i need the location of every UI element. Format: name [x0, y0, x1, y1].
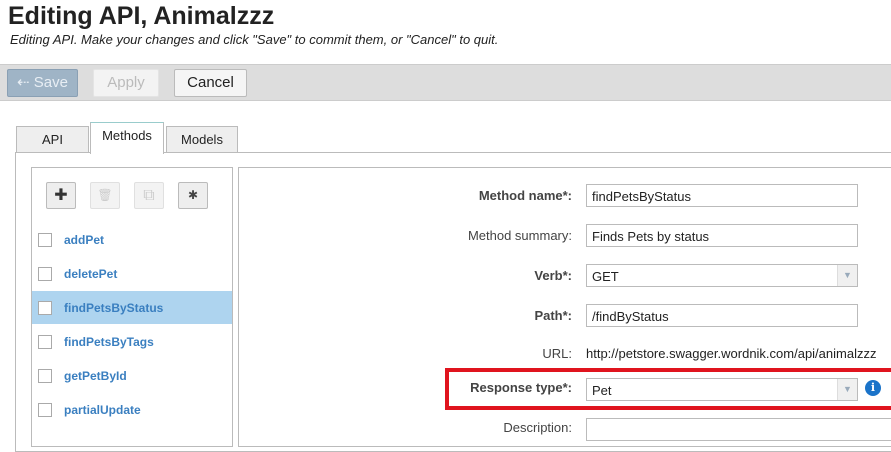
highlight-box: [445, 368, 891, 410]
toolbar: ⇠ Save Apply Cancel: [0, 64, 891, 101]
method-name-label: Method name*:: [478, 188, 572, 203]
checkbox[interactable]: [38, 335, 52, 349]
apply-button[interactable]: Apply: [93, 69, 159, 97]
page-title: Editing API, Animalzzz: [8, 2, 275, 30]
verb-label: Verb*:: [534, 268, 572, 283]
cancel-button[interactable]: Cancel: [174, 69, 247, 97]
description-label: Description:: [503, 420, 572, 435]
tab-api[interactable]: API: [16, 126, 89, 153]
add-icon[interactable]: ✚: [46, 182, 76, 209]
list-item[interactable]: getPetById: [32, 359, 232, 392]
list-item[interactable]: partialUpdate: [32, 393, 232, 426]
trash-icon[interactable]: 🗑: [90, 182, 120, 209]
checkbox[interactable]: [38, 267, 52, 281]
tab-models[interactable]: Models: [166, 126, 238, 153]
copy-icon[interactable]: ⧉: [134, 182, 164, 209]
list-item-selected[interactable]: findPetsByStatus: [32, 291, 232, 324]
path-label: Path*:: [534, 308, 572, 323]
method-name-input[interactable]: findPetsByStatus: [586, 184, 858, 207]
method-label: findPetsByStatus: [64, 301, 164, 315]
summary-label: Method summary:: [467, 228, 572, 243]
description-input[interactable]: [586, 418, 891, 441]
page-subtitle: Editing API. Make your changes and click…: [10, 32, 499, 47]
chevron-down-icon[interactable]: ▼: [837, 265, 857, 286]
method-label: getPetById: [64, 369, 127, 383]
save-button[interactable]: ⇠ Save: [7, 69, 78, 97]
checkbox[interactable]: [38, 233, 52, 247]
url-label: URL:: [542, 346, 572, 361]
method-label: partialUpdate: [64, 403, 141, 417]
magic-wand-icon[interactable]: ✱: [178, 182, 208, 209]
path-input[interactable]: /findByStatus: [586, 304, 858, 327]
checkbox[interactable]: [38, 301, 52, 315]
method-label: addPet: [64, 233, 105, 247]
list-item[interactable]: addPet: [32, 223, 232, 256]
summary-input[interactable]: Finds Pets by status: [586, 224, 858, 247]
tab-methods[interactable]: Methods: [90, 122, 164, 154]
checkbox[interactable]: [38, 403, 52, 417]
method-label: findPetsByTags: [64, 335, 154, 349]
verb-value: GET: [592, 269, 619, 284]
method-label: deletePet: [64, 267, 118, 281]
list-item[interactable]: deletePet: [32, 257, 232, 290]
url-value: http://petstore.swagger.wordnik.com/api/…: [586, 346, 877, 361]
list-item[interactable]: findPetsByTags: [32, 325, 232, 358]
verb-select[interactable]: GET ▼: [586, 264, 858, 287]
checkbox[interactable]: [38, 369, 52, 383]
